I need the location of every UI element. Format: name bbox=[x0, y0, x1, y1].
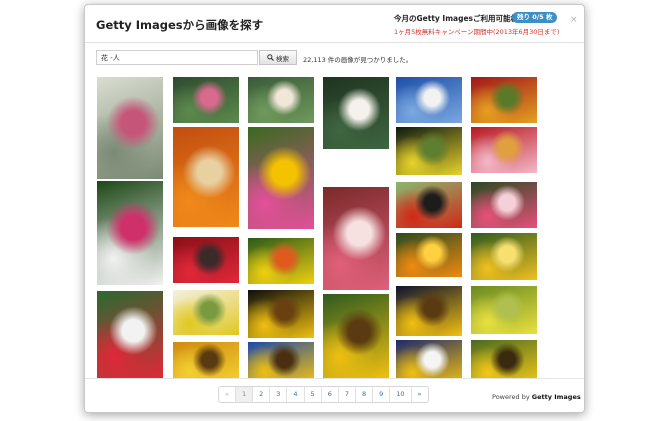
image-thumbnail[interactable] bbox=[248, 77, 314, 123]
image-thumbnail[interactable] bbox=[173, 127, 239, 227]
image-thumbnail[interactable] bbox=[173, 77, 239, 123]
image-thumbnail[interactable] bbox=[97, 291, 163, 379]
image-thumbnail[interactable] bbox=[471, 286, 537, 334]
image-results-grid bbox=[85, 5, 584, 412]
image-thumbnail[interactable] bbox=[396, 127, 462, 175]
page-link[interactable]: 3 bbox=[270, 387, 288, 402]
image-thumbnail[interactable] bbox=[323, 77, 389, 149]
page-link[interactable]: 6 bbox=[322, 387, 339, 402]
image-thumbnail[interactable] bbox=[471, 233, 537, 280]
image-thumbnail[interactable] bbox=[248, 290, 314, 338]
powered-brand: Getty Images bbox=[531, 393, 581, 401]
powered-prefix: Powered by bbox=[492, 393, 530, 401]
page-link[interactable]: 5 bbox=[305, 387, 322, 402]
image-thumbnail[interactable] bbox=[248, 342, 314, 382]
image-thumbnail[interactable] bbox=[396, 286, 462, 336]
pagination-next[interactable]: » bbox=[412, 387, 428, 402]
getty-images-dialog: Getty Imagesから画像を探す 今月のGetty Imagesご利用可能… bbox=[84, 4, 585, 413]
image-thumbnail[interactable] bbox=[323, 187, 389, 290]
image-thumbnail[interactable] bbox=[248, 127, 314, 229]
image-thumbnail[interactable] bbox=[173, 237, 239, 283]
image-thumbnail[interactable] bbox=[396, 77, 462, 123]
image-thumbnail[interactable] bbox=[248, 238, 314, 284]
page-link[interactable]: 7 bbox=[339, 387, 356, 402]
image-thumbnail[interactable] bbox=[396, 233, 462, 277]
page-link[interactable]: 10 bbox=[390, 387, 412, 402]
image-thumbnail[interactable] bbox=[471, 77, 537, 123]
page-link[interactable]: 1 bbox=[235, 387, 254, 402]
page-link[interactable]: 2 bbox=[253, 387, 271, 402]
image-thumbnail[interactable] bbox=[396, 182, 462, 228]
image-thumbnail[interactable] bbox=[471, 182, 537, 228]
image-thumbnail[interactable] bbox=[173, 290, 239, 335]
image-thumbnail[interactable] bbox=[323, 294, 389, 378]
image-thumbnail[interactable] bbox=[173, 342, 239, 382]
page-link[interactable]: 4 bbox=[287, 387, 305, 402]
powered-by: Powered by Getty Images bbox=[492, 393, 581, 401]
image-thumbnail[interactable] bbox=[97, 181, 163, 285]
dialog-footer: « 1 2 3 4 5 6 7 8 9 10 » Powered by Gett… bbox=[85, 378, 584, 412]
pagination-prev[interactable]: « bbox=[219, 387, 236, 402]
page-link[interactable]: 9 bbox=[373, 387, 391, 402]
image-thumbnail[interactable] bbox=[471, 127, 537, 173]
pagination: « 1 2 3 4 5 6 7 8 9 10 » bbox=[218, 386, 429, 403]
page-link[interactable]: 8 bbox=[356, 387, 374, 402]
image-thumbnail[interactable] bbox=[97, 77, 163, 179]
